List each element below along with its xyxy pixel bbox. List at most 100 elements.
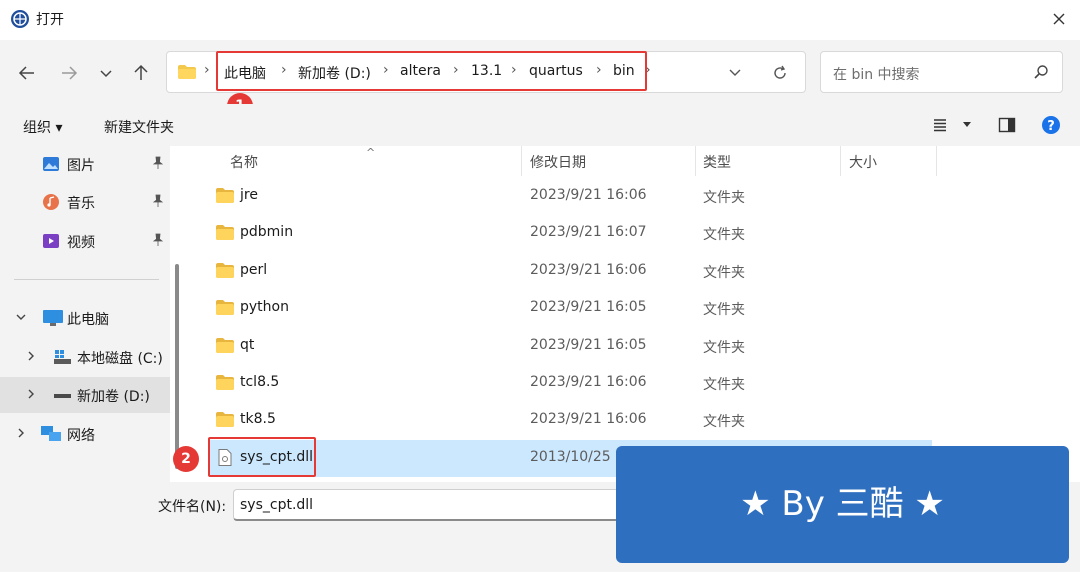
file-type: 文件夹 bbox=[703, 340, 745, 356]
up-arrow-icon[interactable] bbox=[128, 60, 154, 86]
column-header-size[interactable]: 大小 bbox=[849, 152, 877, 172]
file-row[interactable]: pdbmin 2023/9/21 16:07 文件夹 bbox=[210, 215, 932, 252]
file-row[interactable]: qt 2023/9/21 16:05 文件夹 bbox=[210, 328, 932, 365]
sidebar-divider bbox=[14, 279, 159, 280]
sidebar-item-pictures[interactable]: 图片 bbox=[0, 146, 170, 182]
chevron-down-icon[interactable] bbox=[15, 310, 27, 324]
chevron-right-icon[interactable] bbox=[25, 349, 37, 363]
file-row[interactable]: python 2023/9/21 16:05 文件夹 bbox=[210, 290, 932, 327]
file-row[interactable]: tk8.5 2023/9/21 16:06 文件夹 bbox=[210, 402, 932, 439]
chevron-right-icon[interactable]: › bbox=[281, 62, 287, 78]
windows-drive-icon bbox=[54, 350, 71, 364]
chevron-down-icon[interactable] bbox=[727, 66, 743, 80]
file-row[interactable]: tcl8.5 2023/9/21 16:06 文件夹 bbox=[210, 365, 932, 402]
chevron-right-icon[interactable]: › bbox=[383, 62, 389, 78]
step-badge-2: 2 bbox=[173, 446, 199, 472]
sidebar-item-label: 本地磁盘 (C:) bbox=[77, 351, 163, 367]
file-type: 文件夹 bbox=[703, 377, 745, 393]
chevron-right-icon[interactable] bbox=[25, 387, 37, 401]
breadcrumb-altera[interactable]: altera bbox=[400, 63, 441, 79]
sidebar-item-this-pc[interactable]: 此电脑 bbox=[0, 300, 170, 336]
file-date: 2023/9/21 16:07 bbox=[530, 224, 647, 240]
sidebar-item-label: 网络 bbox=[67, 428, 95, 444]
forward-arrow-icon[interactable] bbox=[56, 60, 82, 86]
close-icon[interactable] bbox=[1046, 8, 1072, 32]
column-separator[interactable] bbox=[840, 146, 841, 176]
app-icon bbox=[11, 10, 29, 28]
file-type: 文件夹 bbox=[703, 302, 745, 318]
file-type: 文件夹 bbox=[703, 265, 745, 281]
preview-pane-icon[interactable] bbox=[998, 116, 1016, 134]
column-separator[interactable] bbox=[695, 146, 696, 176]
folder-icon bbox=[216, 375, 234, 390]
chevron-right-icon[interactable]: › bbox=[511, 62, 517, 78]
window-title: 打开 bbox=[36, 12, 64, 28]
chevron-right-icon[interactable]: › bbox=[453, 62, 459, 78]
column-header-name[interactable]: 名称 bbox=[230, 152, 258, 172]
pin-icon[interactable] bbox=[152, 233, 164, 247]
column-separator[interactable] bbox=[521, 146, 522, 176]
file-date: 2023/9/21 16:06 bbox=[530, 187, 647, 203]
computer-icon bbox=[43, 310, 63, 326]
sidebar-item-network[interactable]: 网络 bbox=[0, 416, 170, 452]
search-placeholder: 在 bin 中搜索 bbox=[833, 67, 920, 83]
filename-label: 文件名(N): bbox=[158, 499, 227, 515]
search-input[interactable]: 在 bin 中搜索 bbox=[820, 51, 1063, 93]
view-dropdown-icon[interactable] bbox=[961, 120, 973, 130]
file-date: 2023/9/21 16:05 bbox=[530, 299, 647, 315]
chevron-right-icon[interactable] bbox=[15, 426, 27, 440]
command-toolbar: 组织 ▾ 新建文件夹 ? bbox=[0, 104, 1080, 146]
chevron-right-icon[interactable]: › bbox=[596, 62, 602, 78]
pin-icon[interactable] bbox=[152, 156, 164, 170]
chevron-right-icon[interactable]: › bbox=[204, 62, 210, 78]
sidebar-item-drive-c[interactable]: 本地磁盘 (C:) bbox=[0, 339, 170, 375]
organize-menu[interactable]: 组织 ▾ bbox=[23, 117, 62, 137]
sidebar-item-videos[interactable]: 视频 bbox=[0, 223, 170, 259]
chevron-right-icon[interactable]: › bbox=[645, 62, 651, 78]
file-name: qt bbox=[240, 337, 255, 353]
breadcrumb-bin[interactable]: bin bbox=[613, 63, 635, 79]
file-name: tk8.5 bbox=[240, 411, 276, 427]
watermark-banner: ★ By 三酷 ★ bbox=[616, 446, 1069, 563]
breadcrumb-this-pc[interactable]: 此电脑 bbox=[224, 63, 266, 83]
music-icon bbox=[43, 194, 59, 210]
pictures-icon bbox=[43, 157, 59, 171]
sidebar-item-label: 音乐 bbox=[67, 196, 95, 212]
address-bar[interactable]: › 此电脑 › 新加卷 (D:) › altera › 13.1 › quart… bbox=[166, 51, 806, 93]
filename-field[interactable] bbox=[233, 489, 633, 521]
file-date: 2023/9/21 16:05 bbox=[530, 337, 647, 353]
videos-icon bbox=[43, 234, 59, 248]
breadcrumb-13-1[interactable]: 13.1 bbox=[471, 63, 502, 79]
folder-icon bbox=[216, 300, 234, 315]
sidebar-item-label: 图片 bbox=[67, 158, 95, 174]
file-type: 文件夹 bbox=[703, 414, 745, 430]
column-header-date[interactable]: 修改日期 bbox=[530, 152, 586, 172]
dll-file-icon bbox=[218, 449, 232, 466]
sidebar-scrollbar[interactable] bbox=[175, 264, 179, 469]
column-header-type[interactable]: 类型 bbox=[703, 152, 731, 172]
file-name: python bbox=[240, 299, 289, 315]
refresh-icon[interactable] bbox=[771, 64, 789, 82]
breadcrumb-quartus[interactable]: quartus bbox=[529, 63, 583, 79]
sidebar-item-drive-d[interactable]: 新加卷 (D:) bbox=[0, 377, 170, 413]
folder-icon bbox=[216, 225, 234, 240]
view-list-icon[interactable] bbox=[932, 117, 948, 133]
sidebar-item-music[interactable]: 音乐 bbox=[0, 184, 170, 220]
help-icon[interactable]: ? bbox=[1041, 115, 1061, 135]
folder-icon bbox=[178, 65, 196, 79]
pin-icon[interactable] bbox=[152, 194, 164, 208]
column-separator[interactable] bbox=[936, 146, 937, 176]
navigation-bar: › 此电脑 › 新加卷 (D:) › altera › 13.1 › quart… bbox=[0, 40, 1080, 104]
search-icon[interactable] bbox=[1033, 64, 1049, 80]
navigation-pane: 图片 音乐 视频 此电脑 本地磁盘 (C:) 新加卷 (D:) 网络 bbox=[0, 146, 170, 482]
breadcrumb-drive-d[interactable]: 新加卷 (D:) bbox=[298, 63, 371, 83]
back-arrow-icon[interactable] bbox=[14, 60, 40, 86]
new-folder-button[interactable]: 新建文件夹 bbox=[104, 117, 174, 137]
file-date: 2023/9/21 16:06 bbox=[530, 262, 647, 278]
file-date: 2013/10/25 bbox=[530, 449, 611, 465]
svg-text:?: ? bbox=[1047, 119, 1055, 134]
file-row[interactable]: jre 2023/9/21 16:06 文件夹 bbox=[210, 178, 932, 215]
file-row[interactable]: perl 2023/9/21 16:06 文件夹 bbox=[210, 253, 932, 290]
folder-icon bbox=[216, 338, 234, 353]
recent-locations-icon[interactable] bbox=[93, 60, 119, 86]
